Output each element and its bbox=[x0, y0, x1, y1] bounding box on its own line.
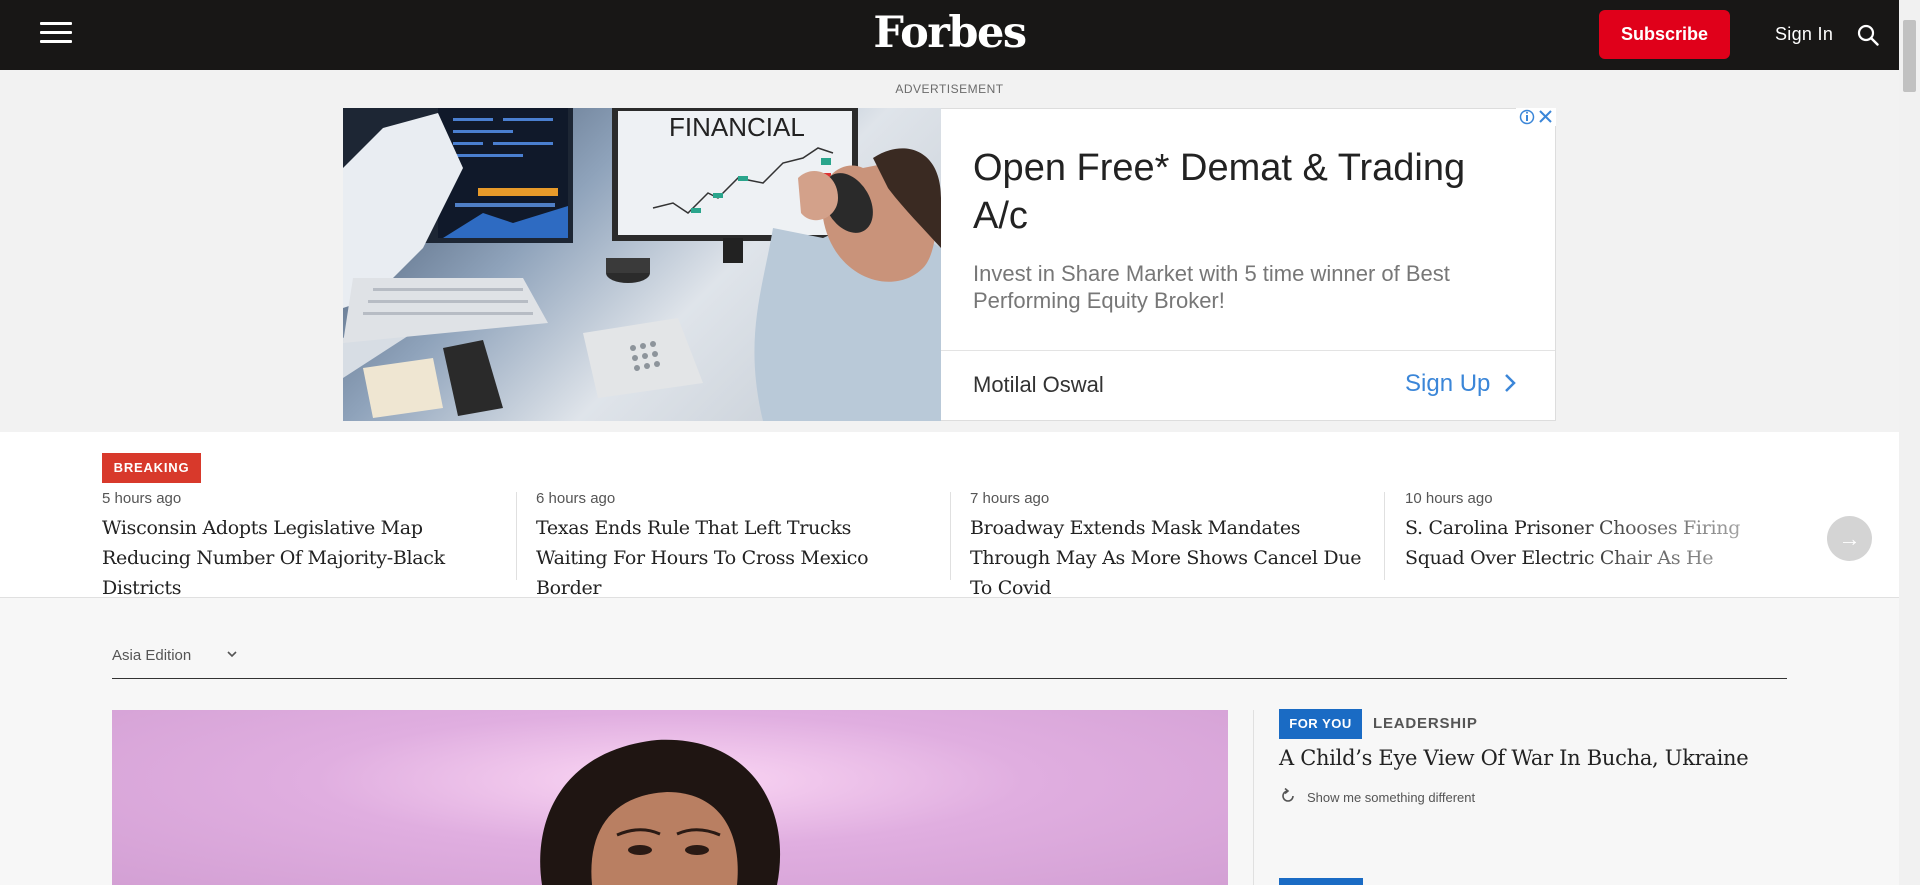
news-headline[interactable]: Wisconsin Adopts Legislative Map Reducin… bbox=[102, 513, 500, 603]
ad-sign-up-button[interactable]: Sign Up bbox=[1405, 370, 1517, 398]
edition-underline bbox=[112, 678, 1787, 679]
show-different-link[interactable]: Show me something different bbox=[1307, 790, 1475, 805]
refresh-icon[interactable] bbox=[1280, 788, 1296, 804]
ad-title[interactable]: Open Free* Demat & Trading A/c bbox=[973, 144, 1513, 240]
chevron-down-icon[interactable] bbox=[226, 648, 238, 660]
news-headline[interactable]: S. Carolina Prisoner Chooses Firing Squa… bbox=[1405, 513, 1785, 573]
ad-brand-name[interactable]: Motilal Oswal bbox=[973, 372, 1104, 398]
news-timestamp: 5 hours ago bbox=[102, 490, 182, 507]
breaking-item[interactable]: 10 hours ago S. Carolina Prisoner Choose… bbox=[1405, 490, 1785, 573]
search-icon[interactable] bbox=[1857, 24, 1879, 46]
breaking-item[interactable]: 5 hours ago Wisconsin Adopts Legislative… bbox=[102, 490, 500, 603]
news-separator bbox=[950, 492, 951, 580]
svg-text:FINANCIAL: FINANCIAL bbox=[669, 112, 805, 142]
category-link[interactable]: LEADERSHIP bbox=[1373, 715, 1478, 732]
ad-label: ADVERTISEMENT bbox=[895, 82, 1004, 96]
for-you-badge: FOR YOU bbox=[1279, 709, 1362, 739]
news-separator bbox=[516, 492, 517, 580]
news-separator bbox=[1384, 492, 1385, 580]
column-divider bbox=[1253, 710, 1254, 885]
subscribe-button[interactable]: Subscribe bbox=[1599, 10, 1730, 59]
news-timestamp: 7 hours ago bbox=[970, 490, 1050, 507]
breaking-badge: BREAKING bbox=[102, 453, 201, 483]
next-badge bbox=[1279, 878, 1363, 885]
ad-sign-up-label: Sign Up bbox=[1405, 370, 1491, 397]
chevron-right-icon bbox=[1505, 374, 1516, 392]
scrollbar-track[interactable] bbox=[1899, 0, 1920, 885]
sign-in-link[interactable]: Sign In bbox=[1775, 24, 1833, 45]
news-headline[interactable]: Texas Ends Rule That Left Trucks Waiting… bbox=[536, 513, 926, 603]
news-timestamp: 10 hours ago bbox=[1405, 490, 1493, 507]
ad-divider bbox=[941, 350, 1555, 351]
ad-description[interactable]: Invest in Share Market with 5 time winne… bbox=[973, 260, 1493, 314]
news-headline[interactable]: Broadway Extends Mask Mandates Through M… bbox=[970, 513, 1370, 603]
breaking-item[interactable]: 6 hours ago Texas Ends Rule That Left Tr… bbox=[536, 490, 926, 603]
news-timestamp: 6 hours ago bbox=[536, 490, 616, 507]
breaking-item[interactable]: 7 hours ago Broadway Extends Mask Mandat… bbox=[970, 490, 1370, 603]
next-arrow-button[interactable]: → bbox=[1827, 516, 1872, 561]
ad-image[interactable]: FINANCIAL bbox=[343, 108, 941, 421]
hero-image[interactable] bbox=[112, 710, 1228, 885]
edition-selector[interactable]: Asia Edition bbox=[112, 647, 191, 664]
scrollbar-thumb[interactable] bbox=[1903, 20, 1916, 92]
ad-choices-icon[interactable] bbox=[1516, 108, 1556, 126]
sidebar-headline[interactable]: A Child’s Eye View Of War In Bucha, Ukra… bbox=[1279, 746, 1749, 770]
